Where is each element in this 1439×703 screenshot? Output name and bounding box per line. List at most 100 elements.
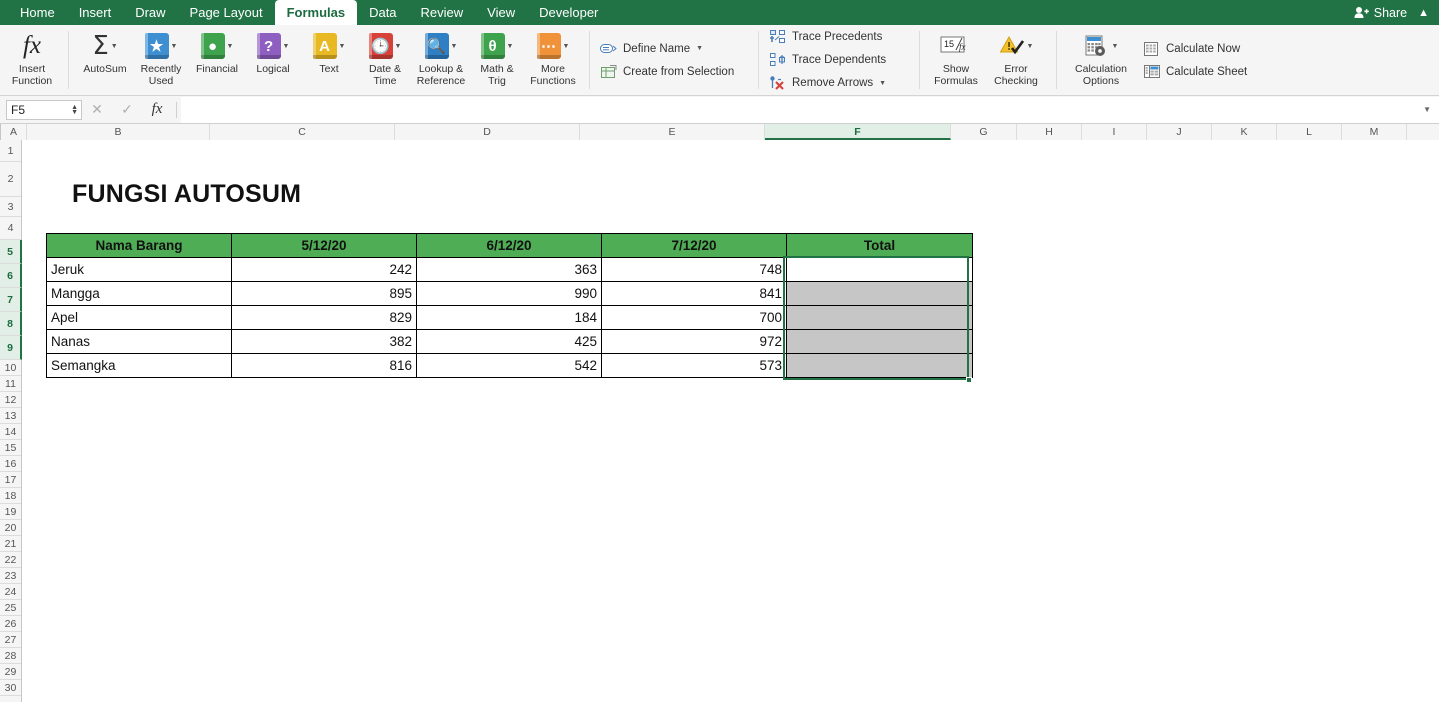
chevron-down-icon[interactable]: ▼ bbox=[395, 43, 402, 50]
cell-item-name[interactable]: Nanas bbox=[46, 329, 232, 354]
row-header-26[interactable]: 26 bbox=[0, 616, 21, 632]
cell-value[interactable]: 184 bbox=[416, 305, 602, 330]
column-header-C[interactable]: C bbox=[210, 124, 395, 140]
column-header-D[interactable]: D bbox=[395, 124, 580, 140]
calculation-options-button[interactable]: ▼ Calculation Options bbox=[1065, 25, 1137, 95]
insert-function-button[interactable]: fx Insert Function bbox=[4, 25, 60, 95]
more-functions-button[interactable]: ⋯ ▼ More Functions bbox=[525, 25, 581, 95]
column-header-end[interactable] bbox=[1407, 124, 1439, 140]
cell-value[interactable]: 895 bbox=[231, 281, 417, 306]
remove-arrows-button[interactable]: Remove Arrows ▼ bbox=[765, 74, 913, 93]
chevron-down-icon[interactable]: ▼ bbox=[451, 43, 458, 50]
lookup-reference-button[interactable]: 🔍 ▼ Lookup & Reference bbox=[413, 25, 469, 95]
tab-page-layout[interactable]: Page Layout bbox=[178, 0, 275, 25]
worksheet-canvas[interactable]: FUNGSI AUTOSUM Nama Barang 5/12/20 6/12/20… bbox=[22, 140, 1439, 702]
tab-formulas[interactable]: Formulas bbox=[274, 0, 358, 25]
column-header-M[interactable]: M bbox=[1342, 124, 1407, 140]
cell-value[interactable]: 972 bbox=[601, 329, 787, 354]
row-header-3[interactable]: 3 bbox=[0, 197, 21, 217]
chevron-down-icon[interactable]: ▼ bbox=[563, 43, 570, 50]
tab-review[interactable]: Review bbox=[409, 0, 476, 25]
row-header-2[interactable]: 2 bbox=[0, 162, 21, 197]
cell-item-name[interactable]: Semangka bbox=[46, 353, 232, 378]
recently-used-button[interactable]: ★ ▼ Recently Used bbox=[133, 25, 189, 95]
row-header-30[interactable]: 30 bbox=[0, 680, 21, 696]
trace-precedents-button[interactable]: Trace Precedents bbox=[765, 28, 913, 47]
tab-draw[interactable]: Draw bbox=[123, 0, 177, 25]
column-header-B[interactable]: B bbox=[27, 124, 210, 140]
math-trig-button[interactable]: θ ▼ Math & Trig bbox=[469, 25, 525, 95]
cell-value[interactable]: 700 bbox=[601, 305, 787, 330]
row-header-11[interactable]: 11 bbox=[0, 376, 21, 392]
chevron-down-icon[interactable]: ▼ bbox=[339, 43, 346, 50]
row-header-8[interactable]: 8 bbox=[0, 312, 22, 336]
row-header-12[interactable]: 12 bbox=[0, 392, 21, 408]
cell-value[interactable]: 841 bbox=[601, 281, 787, 306]
financial-button[interactable]: ● ▼ Financial bbox=[189, 25, 245, 95]
row-header-16[interactable]: 16 bbox=[0, 456, 21, 472]
share-button[interactable]: Share ▲ bbox=[1354, 0, 1429, 25]
cell-value[interactable]: 542 bbox=[416, 353, 602, 378]
column-header-J[interactable]: J bbox=[1147, 124, 1212, 140]
cell-total-selected[interactable] bbox=[786, 305, 973, 330]
chevron-down-icon[interactable]: ▼ bbox=[171, 43, 178, 50]
cancel-icon[interactable]: ✕ bbox=[82, 101, 112, 118]
row-header-1[interactable]: 1 bbox=[0, 140, 21, 162]
tab-developer[interactable]: Developer bbox=[527, 0, 610, 25]
cell-value[interactable]: 242 bbox=[231, 257, 417, 282]
logical-button[interactable]: ? ▼ Logical bbox=[245, 25, 301, 95]
trace-dependents-button[interactable]: Trace Dependents bbox=[765, 51, 913, 70]
cell-value[interactable]: 425 bbox=[416, 329, 602, 354]
date-time-button[interactable]: 🕒 ▼ Date & Time bbox=[357, 25, 413, 95]
fill-handle[interactable] bbox=[966, 377, 972, 383]
row-header-28[interactable]: 28 bbox=[0, 648, 21, 664]
row-header-4[interactable]: 4 bbox=[0, 217, 21, 240]
cell-value[interactable]: 382 bbox=[231, 329, 417, 354]
cell-value[interactable]: 816 bbox=[231, 353, 417, 378]
name-box[interactable]: F5 ▲ ▼ bbox=[6, 99, 82, 120]
error-checking-button[interactable]: ▼ Error Checking bbox=[984, 25, 1048, 95]
chevron-down-icon[interactable]: ▼ bbox=[507, 43, 514, 50]
tab-home[interactable]: Home bbox=[8, 0, 67, 25]
row-header-29[interactable]: 29 bbox=[0, 664, 21, 680]
calculate-now-button[interactable]: Calculate Now bbox=[1139, 39, 1251, 58]
cell-value[interactable]: 829 bbox=[231, 305, 417, 330]
cell-item-name[interactable]: Apel bbox=[46, 305, 232, 330]
calculate-sheet-button[interactable]: Calculate Sheet bbox=[1139, 62, 1251, 81]
cell-item-name[interactable]: Mangga bbox=[46, 281, 232, 306]
cell-item-name[interactable]: Jeruk bbox=[46, 257, 232, 282]
chevron-down-icon[interactable]: ▼ bbox=[227, 43, 234, 50]
cell-value[interactable]: 748 bbox=[601, 257, 787, 282]
table-header-cell[interactable]: Nama Barang bbox=[46, 233, 232, 258]
table-header-cell[interactable]: Total bbox=[786, 233, 973, 258]
row-header-9[interactable]: 9 bbox=[0, 336, 22, 360]
column-header-K[interactable]: K bbox=[1212, 124, 1277, 140]
tab-view[interactable]: View bbox=[475, 0, 527, 25]
cell-total-selected[interactable] bbox=[786, 329, 973, 354]
chevron-down-icon[interactable]: ▼ bbox=[1027, 43, 1034, 50]
column-header-I[interactable]: I bbox=[1082, 124, 1147, 140]
column-header-E[interactable]: E bbox=[580, 124, 765, 140]
row-header-19[interactable]: 19 bbox=[0, 504, 21, 520]
column-header-G[interactable]: G bbox=[951, 124, 1017, 140]
table-header-cell[interactable]: 6/12/20 bbox=[416, 233, 602, 258]
chevron-down-icon[interactable]: ▼ bbox=[111, 43, 118, 50]
row-header-14[interactable]: 14 bbox=[0, 424, 21, 440]
row-header-13[interactable]: 13 bbox=[0, 408, 21, 424]
column-header-A[interactable]: A bbox=[1, 124, 27, 140]
select-all-corner[interactable] bbox=[0, 124, 1, 140]
column-header-F[interactable]: F bbox=[765, 124, 951, 140]
cell-total-selected[interactable] bbox=[786, 353, 973, 378]
chevron-down-icon[interactable]: ▼ bbox=[1423, 105, 1431, 114]
row-header-18[interactable]: 18 bbox=[0, 488, 21, 504]
row-header-17[interactable]: 17 bbox=[0, 472, 21, 488]
confirm-icon[interactable]: ✓ bbox=[112, 101, 142, 118]
row-header-24[interactable]: 24 bbox=[0, 584, 21, 600]
cell-total-active[interactable] bbox=[786, 257, 973, 282]
cell-value[interactable]: 573 bbox=[601, 353, 787, 378]
chevron-up-icon[interactable]: ▲ bbox=[1418, 7, 1429, 19]
cell-value[interactable]: 990 bbox=[416, 281, 602, 306]
show-formulas-button[interactable]: 15 fx Show Formulas bbox=[928, 25, 984, 95]
row-header-20[interactable]: 20 bbox=[0, 520, 21, 536]
row-header-25[interactable]: 25 bbox=[0, 600, 21, 616]
